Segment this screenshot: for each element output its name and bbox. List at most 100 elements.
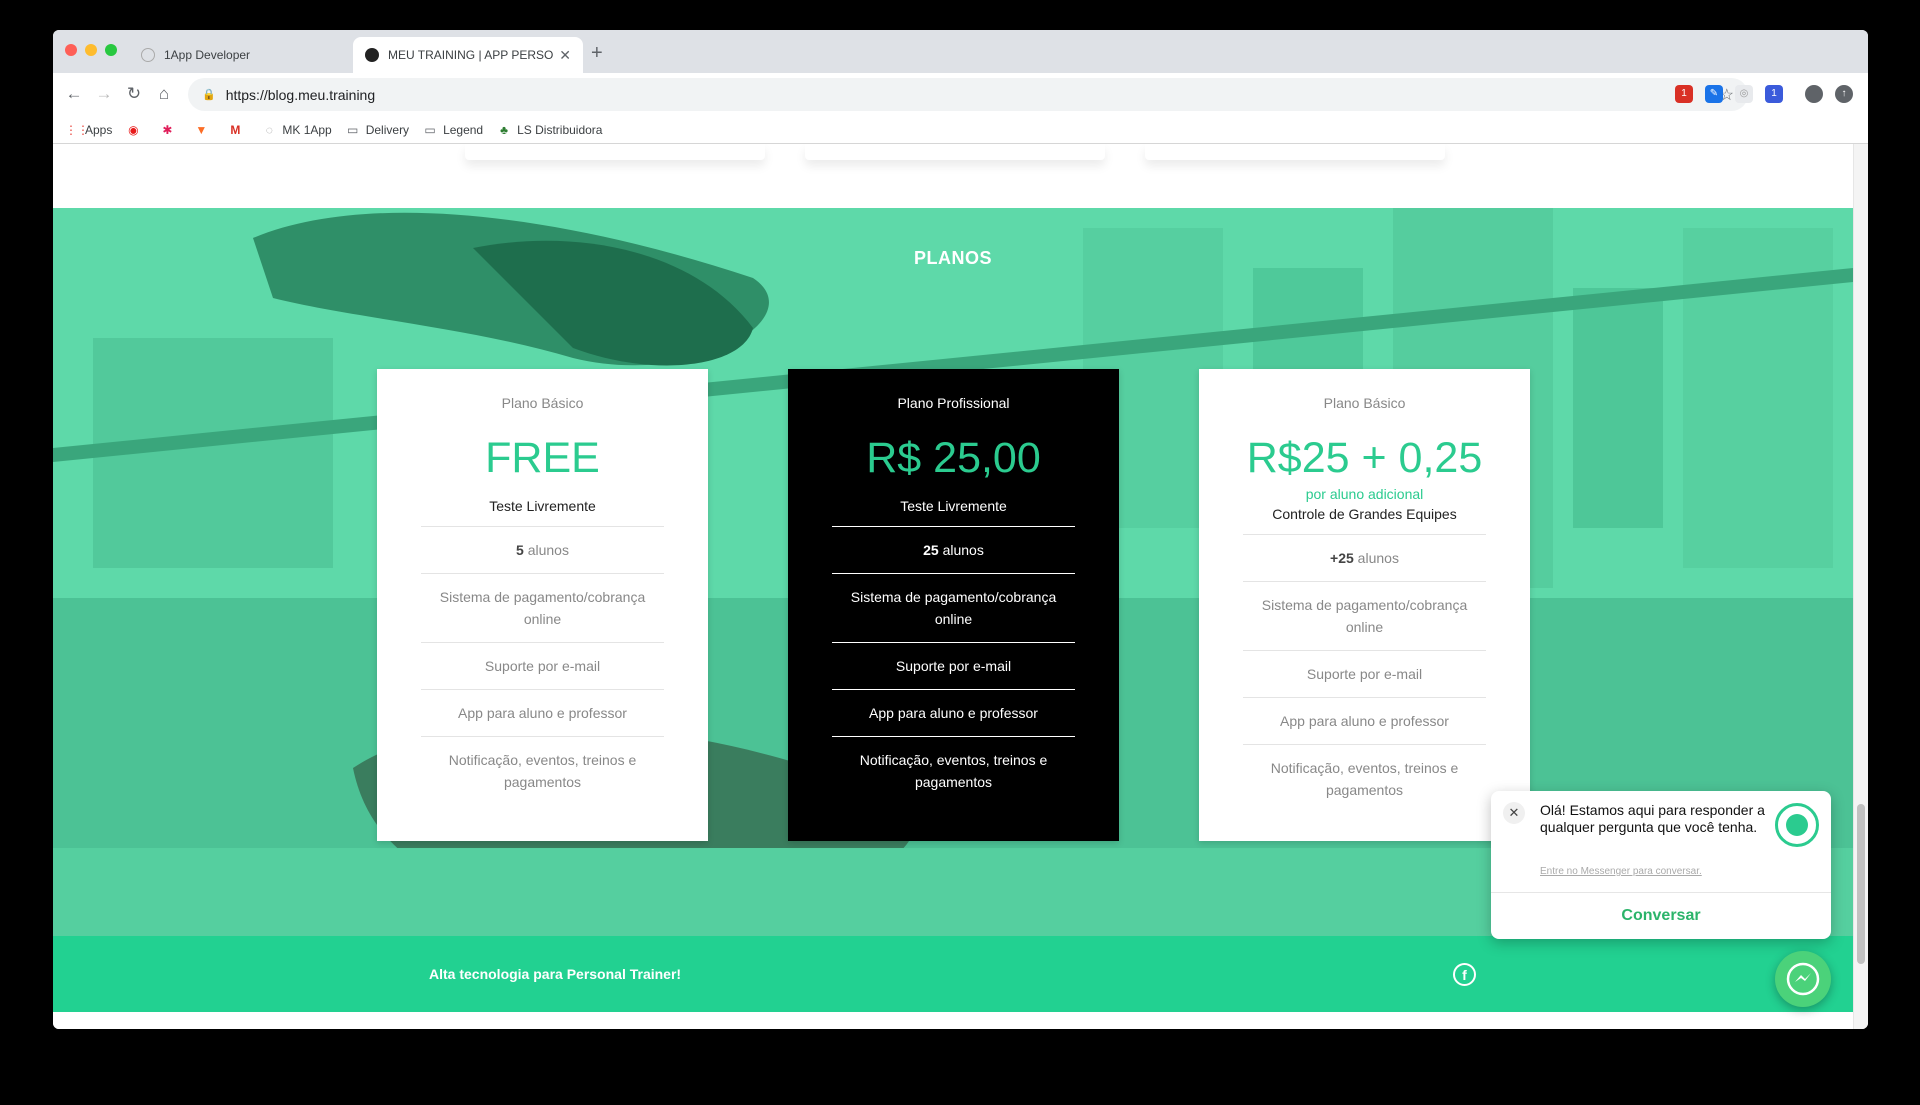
home-icon[interactable]: ⌂ — [153, 84, 175, 104]
plan-name: Plano Básico — [1323, 395, 1406, 411]
feature-text: alunos — [1353, 550, 1399, 566]
bookmark-opera[interactable]: ◉ — [126, 123, 146, 137]
chat-greeting: Olá! Estamos aqui para responder a qualq… — [1540, 802, 1765, 835]
bookmark-label: Delivery — [365, 122, 410, 137]
messenger-bolt-icon — [1786, 962, 1820, 996]
minimize-window-button[interactable] — [85, 44, 97, 56]
plan-tagline: Teste Livremente — [489, 498, 596, 514]
bookmark-ls-distribuidora[interactable]: ♣ LS Distribuidora — [497, 123, 602, 137]
close-icon[interactable]: ✕ — [1503, 802, 1525, 824]
feature-item: Notificação, eventos, treinos e pagament… — [1243, 744, 1486, 813]
extension-icon[interactable]: ◎ — [1735, 85, 1753, 103]
profile-icon[interactable] — [1805, 85, 1823, 103]
feature-students: 25 alunos — [832, 526, 1075, 573]
new-tab-button[interactable]: + — [591, 42, 603, 65]
footer-tagline: Alta tecnologia para Personal Trainer! — [429, 966, 682, 982]
feature-item: Sistema de pagamento/cobrança online — [1243, 581, 1486, 650]
feature-item: Notificação, eventos, treinos e pagament… — [421, 736, 664, 805]
previous-section — [53, 144, 1853, 208]
tab-title: MEU TRAINING | APP PERSONA — [388, 48, 554, 62]
feature-students: +25 alunos — [1243, 534, 1486, 581]
facebook-icon[interactable]: f — [1453, 963, 1476, 986]
feature-item: Suporte por e-mail — [832, 642, 1075, 689]
slack-icon: ✱ — [162, 122, 173, 137]
address-bar[interactable]: 🔒 https://blog.meu.training ☆ — [188, 78, 1748, 111]
opera-icon: ◉ — [128, 122, 139, 137]
feature-card-bottom — [465, 144, 765, 160]
feature-item: App para aluno e professor — [421, 689, 664, 736]
folder-icon: ▭ — [424, 122, 436, 137]
close-window-button[interactable] — [65, 44, 77, 56]
folder-icon: ▭ — [347, 122, 359, 137]
bookmark-label: Apps — [85, 122, 113, 137]
site-footer: Alta tecnologia para Personal Trainer! f — [53, 936, 1853, 1012]
plan-card-teams: Plano Básico R$25 + 0,25 por aluno adici… — [1199, 369, 1530, 841]
scrollbar-thumb[interactable] — [1857, 804, 1865, 964]
plan-card-basic: Plano Básico FREE Teste Livremente 5 alu… — [377, 369, 708, 841]
bookmarks-bar: ⋮⋮ Apps ◉ ✱ ▼ M ◌ MK 1App ▭ Delivery ▭ Legen… — [53, 116, 1868, 144]
gmail-icon: M — [230, 122, 241, 137]
plan-price-note: por aluno adicional — [1305, 486, 1424, 502]
extension-icon[interactable]: 1 — [1765, 85, 1783, 103]
bookmark-slack[interactable]: ✱ — [160, 123, 180, 137]
feature-list: 5 alunos Sistema de pagamento/cobrança o… — [421, 526, 664, 805]
plan-card-professional: Plano Profissional R$ 25,00 Teste Livrem… — [788, 369, 1119, 841]
bookmark-mk-1app[interactable]: ◌ MK 1App — [262, 122, 332, 137]
bookmark-delivery[interactable]: ▭ Delivery — [346, 123, 409, 137]
gitlab-icon: ▼ — [195, 122, 208, 137]
bookmark-gmail[interactable]: M — [228, 123, 248, 137]
extension-icon[interactable]: ✎ — [1705, 85, 1723, 103]
student-count: 5 — [516, 542, 524, 558]
plan-tagline: Teste Livremente — [900, 498, 1007, 514]
tab-strip: 1App Developer ✕ MEU TRAINING | APP PERS… — [53, 30, 1868, 73]
bookmark-label: LS Distribuidora — [517, 122, 603, 137]
messenger-chat-popup: ✕ Olá! Estamos aqui para responder a qua… — [1491, 791, 1831, 939]
forward-icon[interactable]: → — [93, 84, 115, 104]
student-count: 25 — [923, 542, 939, 558]
plan-name: Plano Básico — [501, 395, 584, 411]
plan-tagline: Controle de Grandes Equipes — [1272, 506, 1457, 522]
loading-icon: ◌ — [265, 122, 273, 137]
plan-price: R$ 25,00 — [866, 434, 1041, 482]
feature-item: App para aluno e professor — [1243, 697, 1486, 744]
meu-training-logo-icon — [1775, 803, 1819, 847]
bookmark-label: MK 1App — [282, 122, 332, 137]
loading-icon — [141, 48, 155, 62]
feature-item: Suporte por e-mail — [421, 642, 664, 689]
conversar-button[interactable]: Conversar — [1491, 893, 1831, 939]
feature-item: App para aluno e professor — [832, 689, 1075, 736]
feature-list: 25 alunos Sistema de pagamento/cobrança … — [832, 526, 1075, 805]
plan-name: Plano Profissional — [897, 395, 1010, 411]
close-tab-icon[interactable]: ✕ — [559, 47, 571, 64]
bookmark-legend[interactable]: ▭ Legend — [423, 123, 483, 137]
plan-price: FREE — [485, 434, 600, 482]
feature-list: +25 alunos Sistema de pagamento/cobrança… — [1243, 534, 1486, 813]
plant-icon: ♣ — [500, 122, 509, 137]
maximize-window-button[interactable] — [105, 44, 117, 56]
feature-card-bottom — [1145, 144, 1445, 160]
bookmark-gitlab[interactable]: ▼ — [194, 123, 214, 137]
browser-toolbar: ← → ↻ ⌂ 🔒 https://blog.meu.training ☆ 1 … — [53, 73, 1868, 116]
reload-icon[interactable]: ↻ — [123, 84, 145, 104]
update-icon[interactable]: ↑ — [1835, 85, 1853, 103]
feature-item: Notificação, eventos, treinos e pagament… — [832, 736, 1075, 805]
extension-icon[interactable]: 1 — [1675, 85, 1693, 103]
back-icon[interactable]: ← — [63, 84, 85, 104]
feature-students: 5 alunos — [421, 526, 664, 573]
plan-price: R$25 + 0,25 — [1246, 434, 1483, 482]
bookmark-apps[interactable]: ⋮⋮ Apps — [65, 123, 112, 137]
feature-item: Sistema de pagamento/cobrança online — [421, 573, 664, 642]
feature-item: Sistema de pagamento/cobrança online — [832, 573, 1075, 642]
feature-item: Suporte por e-mail — [1243, 650, 1486, 697]
bookmark-label: Legend — [443, 122, 484, 137]
section-title: PLANOS — [913, 248, 992, 268]
tab-meu-training[interactable]: MEU TRAINING | APP PERSONA ✕ — [353, 37, 583, 73]
lock-icon: 🔒 — [202, 89, 216, 101]
feature-text: alunos — [938, 542, 984, 558]
url-text: https://blog.meu.training — [225, 86, 376, 103]
page-scrollbar[interactable] — [1853, 144, 1868, 1029]
messenger-icon[interactable] — [1775, 951, 1831, 1007]
student-count: +25 — [1330, 550, 1354, 566]
feature-card-bottom — [805, 144, 1105, 160]
messenger-link[interactable]: Entre no Messenger para conversar. — [1540, 866, 1702, 877]
